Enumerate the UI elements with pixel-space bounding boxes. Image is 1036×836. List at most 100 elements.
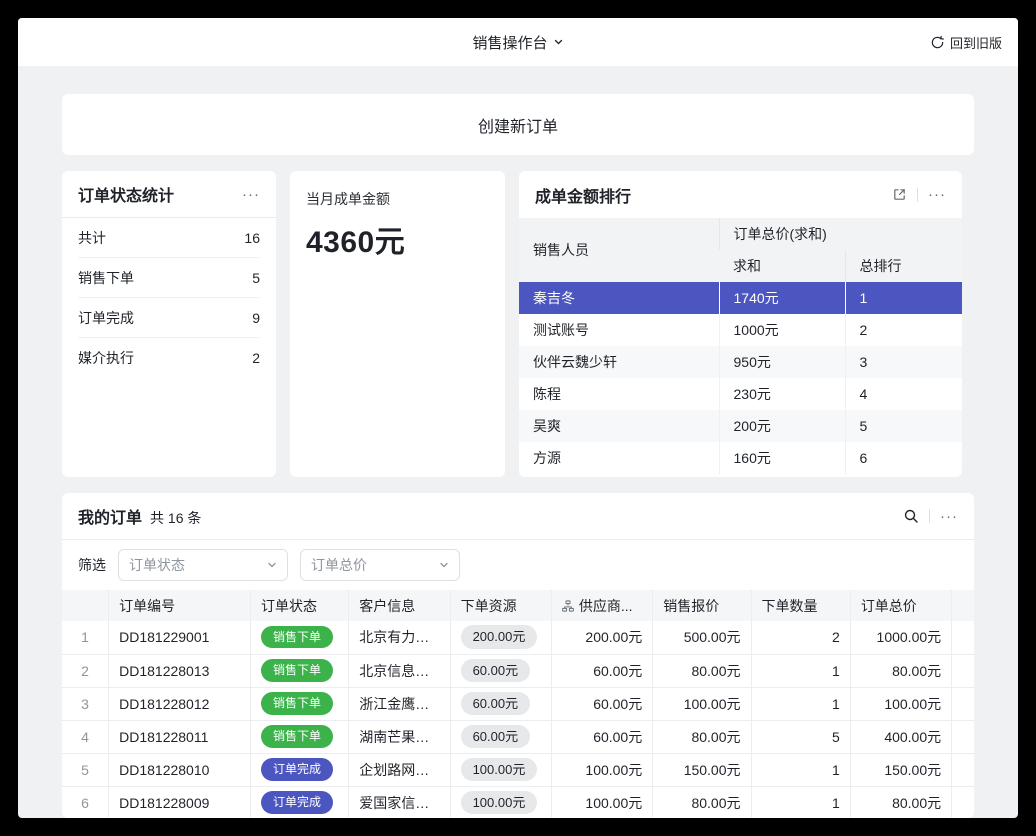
search-icon[interactable]: [903, 508, 919, 524]
more-icon[interactable]: ···: [928, 187, 946, 202]
status-row-sales: 销售下单 5: [78, 258, 260, 298]
more-icon[interactable]: ···: [242, 187, 260, 202]
my-orders-count: 共 16 条: [150, 508, 201, 528]
order-status-filter-value: 订单状态: [129, 555, 185, 575]
quote-cell: 80.00元: [653, 654, 751, 687]
customer-cell: 北京信息大...: [349, 654, 450, 687]
customer-cell: 湖南芒果娱...: [349, 720, 450, 753]
history-icon: [930, 35, 945, 50]
ranking-card: 成单金额排行 ···: [519, 171, 962, 477]
ranking-col-sum: 求和: [719, 250, 845, 282]
resource-pill: 60.00元: [461, 692, 531, 716]
col-order-no: 订单编号: [109, 590, 251, 621]
filter-row: 筛选 订单状态 订单总价: [62, 540, 974, 590]
ranking-row: 秦吉冬 1740元 1: [519, 282, 962, 314]
status-cell: 订单完成: [250, 753, 348, 786]
resource-pill: 60.00元: [461, 659, 531, 683]
rank-position: 3: [845, 346, 962, 378]
icon-divider: [917, 188, 918, 202]
rank-position: 6: [845, 442, 962, 474]
order-no-cell: DD181229001: [109, 621, 251, 654]
order-status-card: 订单状态统计 ··· 共计 16 销售下单 5 订单完成 9: [62, 171, 276, 477]
quote-cell: 100.00元: [653, 687, 751, 720]
total-cell: 400.00元: [850, 720, 951, 753]
customer-cell: 浙江金鹰卡...: [349, 687, 450, 720]
order-no-cell: DD181228012: [109, 687, 251, 720]
col-status: 订单状态: [250, 590, 348, 621]
supplier-cell: 60.00元: [551, 720, 652, 753]
quote-cell: 80.00元: [653, 786, 751, 818]
order-row[interactable]: 6 DD181228009 订单完成 爱国家信息... 100.00元 100.…: [62, 786, 974, 818]
top-bar: 销售操作台 回到旧版: [18, 18, 1018, 66]
order-row[interactable]: 2 DD181228013 销售下单 北京信息大... 60.00元 60.00…: [62, 654, 974, 687]
hierarchy-icon: [562, 600, 574, 612]
status-cell: 订单完成: [250, 786, 348, 818]
resource-pill: 100.00元: [461, 758, 538, 782]
order-total-filter-select[interactable]: 订单总价: [300, 549, 460, 581]
status-badge: 销售下单: [261, 725, 333, 747]
order-row[interactable]: 4 DD181228011 销售下单 湖南芒果娱... 60.00元 60.00…: [62, 720, 974, 753]
export-icon[interactable]: [892, 187, 907, 202]
back-to-old-version-link[interactable]: 回到旧版: [930, 18, 1002, 66]
rank-position: 1: [845, 282, 962, 314]
status-label: 共计: [78, 228, 106, 248]
row-number: 5: [62, 753, 109, 786]
spacer-cell: [952, 753, 974, 786]
spacer-cell: [952, 654, 974, 687]
app-title: 销售操作台: [472, 32, 547, 53]
status-label: 销售下单: [78, 268, 134, 288]
order-row[interactable]: 3 DD181228012 销售下单 浙江金鹰卡... 60.00元 60.00…: [62, 687, 974, 720]
spacer-cell: [952, 786, 974, 818]
customer-cell: 企划路网络...: [349, 753, 450, 786]
status-badge: 订单完成: [261, 791, 333, 813]
chevron-down-icon: [554, 37, 564, 47]
status-value: 16: [244, 230, 260, 246]
supplier-cell: 100.00元: [551, 786, 652, 818]
rank-amount: 1740元: [719, 282, 845, 314]
ranking-row: 吴爽 200元 5: [519, 410, 962, 442]
order-no-cell: DD181228013: [109, 654, 251, 687]
my-orders-title: 我的订单: [78, 504, 142, 528]
supplier-cell: 200.00元: [551, 621, 652, 654]
supplier-cell: 60.00元: [551, 687, 652, 720]
my-orders-card: 我的订单 共 16 条 ··· 筛选: [62, 493, 974, 818]
chevron-down-icon: [439, 560, 449, 570]
order-row[interactable]: 5 DD181228010 订单完成 企划路网络... 100.00元 100.…: [62, 753, 974, 786]
dashboard-content: 创建新订单 订单状态统计 ··· 共计 16 销售下单 5: [18, 66, 1018, 818]
order-status-filter-select[interactable]: 订单状态: [118, 549, 288, 581]
resource-cell: 60.00元: [450, 720, 551, 753]
total-cell: 150.00元: [850, 753, 951, 786]
app-title-dropdown[interactable]: 销售操作台: [472, 18, 563, 66]
customer-cell: 爱国家信息...: [349, 786, 450, 818]
row-number: 3: [62, 687, 109, 720]
supplier-cell: 100.00元: [551, 753, 652, 786]
rank-amount: 160元: [719, 442, 845, 474]
ranking-card-title: 成单金额排行: [535, 183, 631, 207]
status-value: 9: [252, 310, 260, 326]
quantity-cell: 1: [751, 687, 850, 720]
quantity-cell: 2: [751, 621, 850, 654]
status-label: 媒介执行: [78, 348, 134, 368]
status-cell: 销售下单: [250, 654, 348, 687]
stats-cards-row: 订单状态统计 ··· 共计 16 销售下单 5 订单完成 9: [62, 171, 974, 477]
ranking-col-rank: 总排行: [845, 250, 962, 282]
col-quote: 销售报价: [653, 590, 751, 621]
quantity-cell: 1: [751, 654, 850, 687]
row-number: 2: [62, 654, 109, 687]
col-supplier: 供应商...: [551, 590, 652, 621]
rank-person: 伙伴云魏少轩: [519, 346, 719, 378]
status-badge: 销售下单: [261, 626, 333, 648]
my-orders-title-wrap: 我的订单 共 16 条: [78, 504, 201, 528]
status-row-complete: 订单完成 9: [78, 298, 260, 338]
icon-divider: [929, 509, 930, 523]
total-cell: 80.00元: [850, 654, 951, 687]
order-row[interactable]: 1 DD181229001 销售下单 北京有力量... 200.00元 200.…: [62, 621, 974, 654]
rank-person: 陈程: [519, 378, 719, 410]
create-order-button[interactable]: 创建新订单: [62, 94, 974, 155]
rank-position: 2: [845, 314, 962, 346]
chevron-down-icon: [267, 560, 277, 570]
status-value: 5: [252, 270, 260, 286]
rank-amount: 230元: [719, 378, 845, 410]
order-no-cell: DD181228010: [109, 753, 251, 786]
more-icon[interactable]: ···: [940, 509, 958, 524]
